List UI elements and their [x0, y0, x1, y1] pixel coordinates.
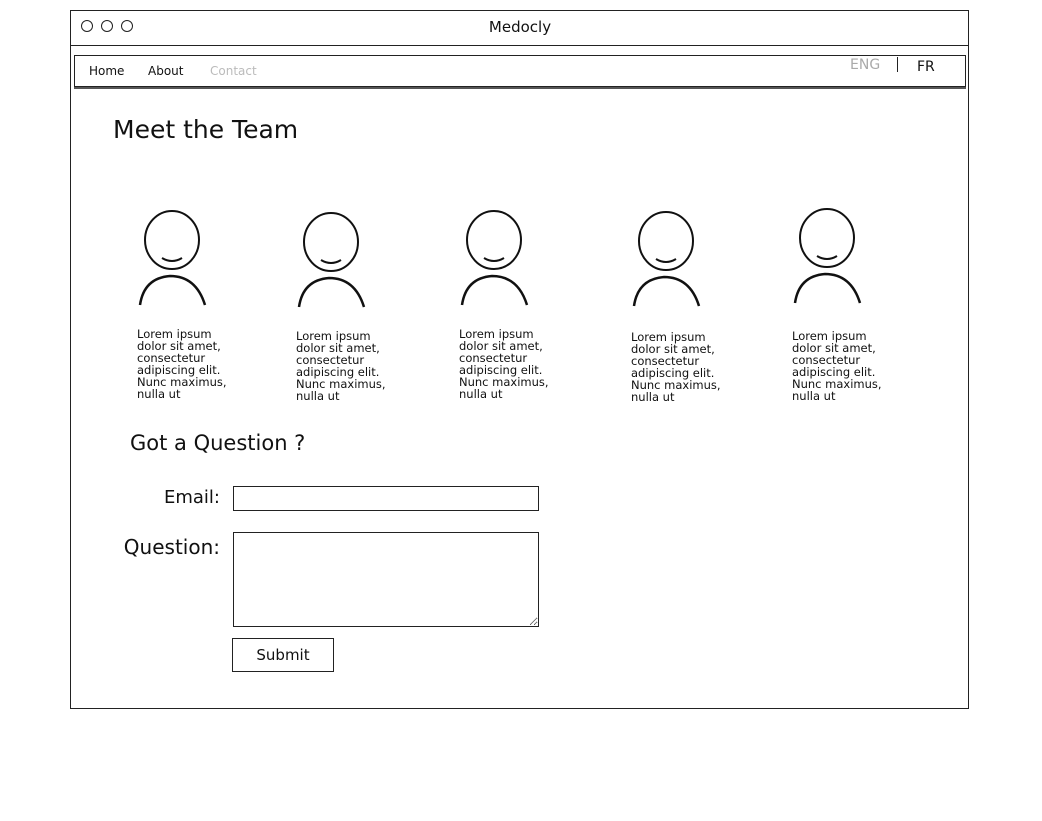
- member-bio: Lorem ipsum dolor sit amet, consectetur …: [792, 329, 882, 403]
- avatar-icon: [793, 208, 862, 304]
- avatar-icon: [460, 210, 529, 306]
- avatar-icon: [138, 210, 207, 306]
- member-bio: Lorem ipsum dolor sit amet, consectetur …: [137, 327, 227, 401]
- email-input[interactable]: [233, 486, 539, 511]
- member-bio: Lorem ipsum dolor sit amet, consectetur …: [459, 327, 549, 401]
- nav-bar: [74, 55, 966, 87]
- avatar-icon: [297, 212, 366, 308]
- nav-home[interactable]: Home: [89, 64, 124, 78]
- submit-button[interactable]: Submit: [232, 638, 334, 672]
- question-label: Question:: [123, 535, 220, 559]
- email-label: Email:: [163, 487, 220, 508]
- question-heading: Got a Question ?: [130, 431, 306, 455]
- question-textarea[interactable]: [233, 532, 539, 627]
- member-bio: Lorem ipsum dolor sit amet, consectetur …: [631, 330, 721, 404]
- lang-fr[interactable]: FR: [917, 59, 935, 75]
- nav-about[interactable]: About: [148, 64, 183, 78]
- lang-eng[interactable]: ENG: [850, 57, 880, 73]
- avatar-icon: [632, 211, 701, 307]
- window-title: Medocly: [488, 18, 552, 36]
- nav-contact[interactable]: Contact: [210, 64, 257, 78]
- team-heading: Meet the Team: [113, 115, 299, 144]
- lang-divider: [897, 57, 898, 72]
- member-bio: Lorem ipsum dolor sit amet, consectetur …: [296, 329, 386, 403]
